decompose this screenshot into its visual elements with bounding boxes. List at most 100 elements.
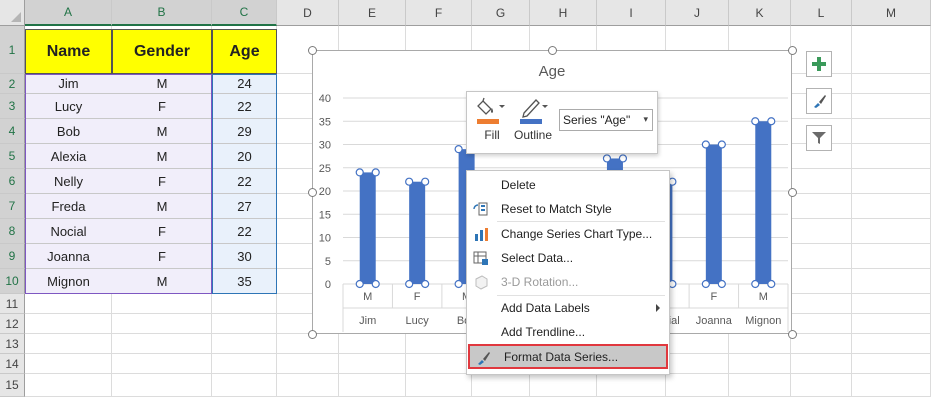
age-cell[interactable]: 27 xyxy=(212,194,277,219)
name-cell[interactable]: Bob xyxy=(25,119,112,144)
row-header-13[interactable]: 13 xyxy=(0,334,25,354)
age-cell[interactable]: 24 xyxy=(212,74,277,94)
row-header-14[interactable]: 14 xyxy=(0,354,25,374)
gender-cell[interactable]: F xyxy=(112,94,212,119)
gender-cell[interactable]: M xyxy=(112,144,212,169)
gender-cell[interactable]: M xyxy=(112,194,212,219)
bar-selection-handle xyxy=(371,279,380,289)
bar-mignon[interactable] xyxy=(755,121,772,284)
row-header-6[interactable]: 6 xyxy=(0,169,25,194)
column-header-e[interactable]: E xyxy=(339,0,406,26)
gender-cell[interactable]: F xyxy=(112,244,212,269)
outline-button[interactable]: Outline xyxy=(514,97,552,142)
outline-label: Outline xyxy=(514,128,553,142)
gender-cell[interactable]: M xyxy=(112,269,212,294)
name-cell[interactable]: Alexia xyxy=(25,144,112,169)
age-cell[interactable]: 30 xyxy=(212,244,277,269)
row-header-2[interactable]: 2 xyxy=(0,74,25,94)
column-header-m[interactable]: M xyxy=(852,0,931,26)
row-header-4[interactable]: 4 xyxy=(0,119,25,144)
bar-joanna[interactable] xyxy=(705,144,722,285)
menu-item-add-data-labels[interactable]: Add Data Labels xyxy=(467,296,669,320)
bar-jim[interactable] xyxy=(359,172,376,284)
chart-handle-ml[interactable] xyxy=(308,188,317,197)
age-cell[interactable]: 22 xyxy=(212,219,277,244)
chart-handle-tl[interactable] xyxy=(308,46,317,55)
y-tick-label: 20 xyxy=(319,186,331,198)
select-all-corner[interactable] xyxy=(0,0,25,26)
menu-item-add-trendline[interactable]: Add Trendline... xyxy=(467,320,669,344)
name-cell[interactable]: Mignon xyxy=(25,269,112,294)
y-tick-label: 25 xyxy=(319,163,331,175)
row-header-10[interactable]: 10 xyxy=(0,269,25,294)
row-header-12[interactable]: 12 xyxy=(0,314,25,334)
bar-selection-handle xyxy=(767,117,776,126)
name-cell[interactable]: Lucy xyxy=(25,94,112,119)
chart-handle-br[interactable] xyxy=(788,330,797,339)
row-header-11[interactable]: 11 xyxy=(0,294,25,314)
gender-cell[interactable]: M xyxy=(112,74,212,94)
age-cell[interactable]: 22 xyxy=(212,169,277,194)
column-header-a[interactable]: A xyxy=(25,0,112,26)
y-tick-label: 30 xyxy=(319,140,331,152)
column-header-c[interactable]: C xyxy=(212,0,277,26)
table-header-age[interactable]: Age xyxy=(212,29,277,74)
column-header-f[interactable]: F xyxy=(406,0,472,26)
column-header-h[interactable]: H xyxy=(530,0,597,26)
age-cell[interactable]: 29 xyxy=(212,119,277,144)
column-header-b[interactable]: B xyxy=(112,0,212,26)
chart-handle-tm[interactable] xyxy=(548,46,557,55)
row-header-15[interactable]: 15 xyxy=(0,374,25,397)
name-cell[interactable]: Joanna xyxy=(25,244,112,269)
row-header-8[interactable]: 8 xyxy=(0,219,25,244)
table-header-name[interactable]: Name xyxy=(25,29,112,74)
chart-styles-button[interactable] xyxy=(806,88,832,114)
menu-item-select-data[interactable]: Select Data... xyxy=(467,246,669,270)
column-header-g[interactable]: G xyxy=(472,0,530,26)
menu-item-reset-style[interactable]: Reset to Match Style xyxy=(467,197,669,221)
chart-handle-tr[interactable] xyxy=(788,46,797,55)
row-header-7[interactable]: 7 xyxy=(0,194,25,219)
age-cell[interactable]: 22 xyxy=(212,94,277,119)
age-cell[interactable]: 20 xyxy=(212,144,277,169)
bar-selection-handle xyxy=(717,279,726,289)
name-cell[interactable]: Nocial xyxy=(25,219,112,244)
row-header-5[interactable]: 5 xyxy=(0,144,25,169)
chart-handle-bl[interactable] xyxy=(308,330,317,339)
name-cell[interactable]: Jim xyxy=(25,74,112,94)
column-header-j[interactable]: J xyxy=(666,0,729,26)
column-header-i[interactable]: I xyxy=(597,0,666,26)
row-header-1[interactable]: 1 xyxy=(0,26,25,74)
gender-cell[interactable]: F xyxy=(112,169,212,194)
column-header-k[interactable]: K xyxy=(729,0,791,26)
bar-selection-handle xyxy=(751,279,760,289)
x-tick-label: Jim xyxy=(359,315,376,327)
row-header-3[interactable]: 3 xyxy=(0,94,25,119)
table-header-gender[interactable]: Gender xyxy=(112,29,212,74)
chart-filters-button[interactable] xyxy=(806,125,832,151)
bar-selection-handle xyxy=(717,140,726,149)
menu-item-delete[interactable]: Delete xyxy=(467,173,669,197)
series-selector[interactable]: Series "Age" ▾ xyxy=(559,109,653,131)
name-cell[interactable]: Freda xyxy=(25,194,112,219)
context-menu: Delete Reset to Match Style Change Serie… xyxy=(466,170,670,375)
bar-selection-handle xyxy=(767,279,776,289)
fill-button[interactable]: Fill xyxy=(475,97,509,142)
column-header-d[interactable]: D xyxy=(277,0,339,26)
reset-style-icon xyxy=(473,202,488,216)
column-header-l[interactable]: L xyxy=(791,0,852,26)
gender-cell[interactable]: F xyxy=(112,219,212,244)
bar-selection-handle xyxy=(751,117,760,126)
chart-handle-mr[interactable] xyxy=(788,188,797,197)
gender-cell[interactable]: M xyxy=(112,119,212,144)
bar-lucy[interactable] xyxy=(409,181,426,284)
name-cell[interactable]: Nelly xyxy=(25,169,112,194)
menu-item-change-chart-type[interactable]: Change Series Chart Type... xyxy=(467,222,669,246)
chart-elements-button[interactable] xyxy=(806,51,832,77)
row-header-9[interactable]: 9 xyxy=(0,244,25,269)
x-group-label: F xyxy=(414,291,421,303)
bar-selection-handle xyxy=(701,279,710,289)
bar-selection-handle xyxy=(421,279,430,289)
menu-item-format-data-series[interactable]: Format Data Series... xyxy=(468,344,668,369)
age-cell[interactable]: 35 xyxy=(212,269,277,294)
